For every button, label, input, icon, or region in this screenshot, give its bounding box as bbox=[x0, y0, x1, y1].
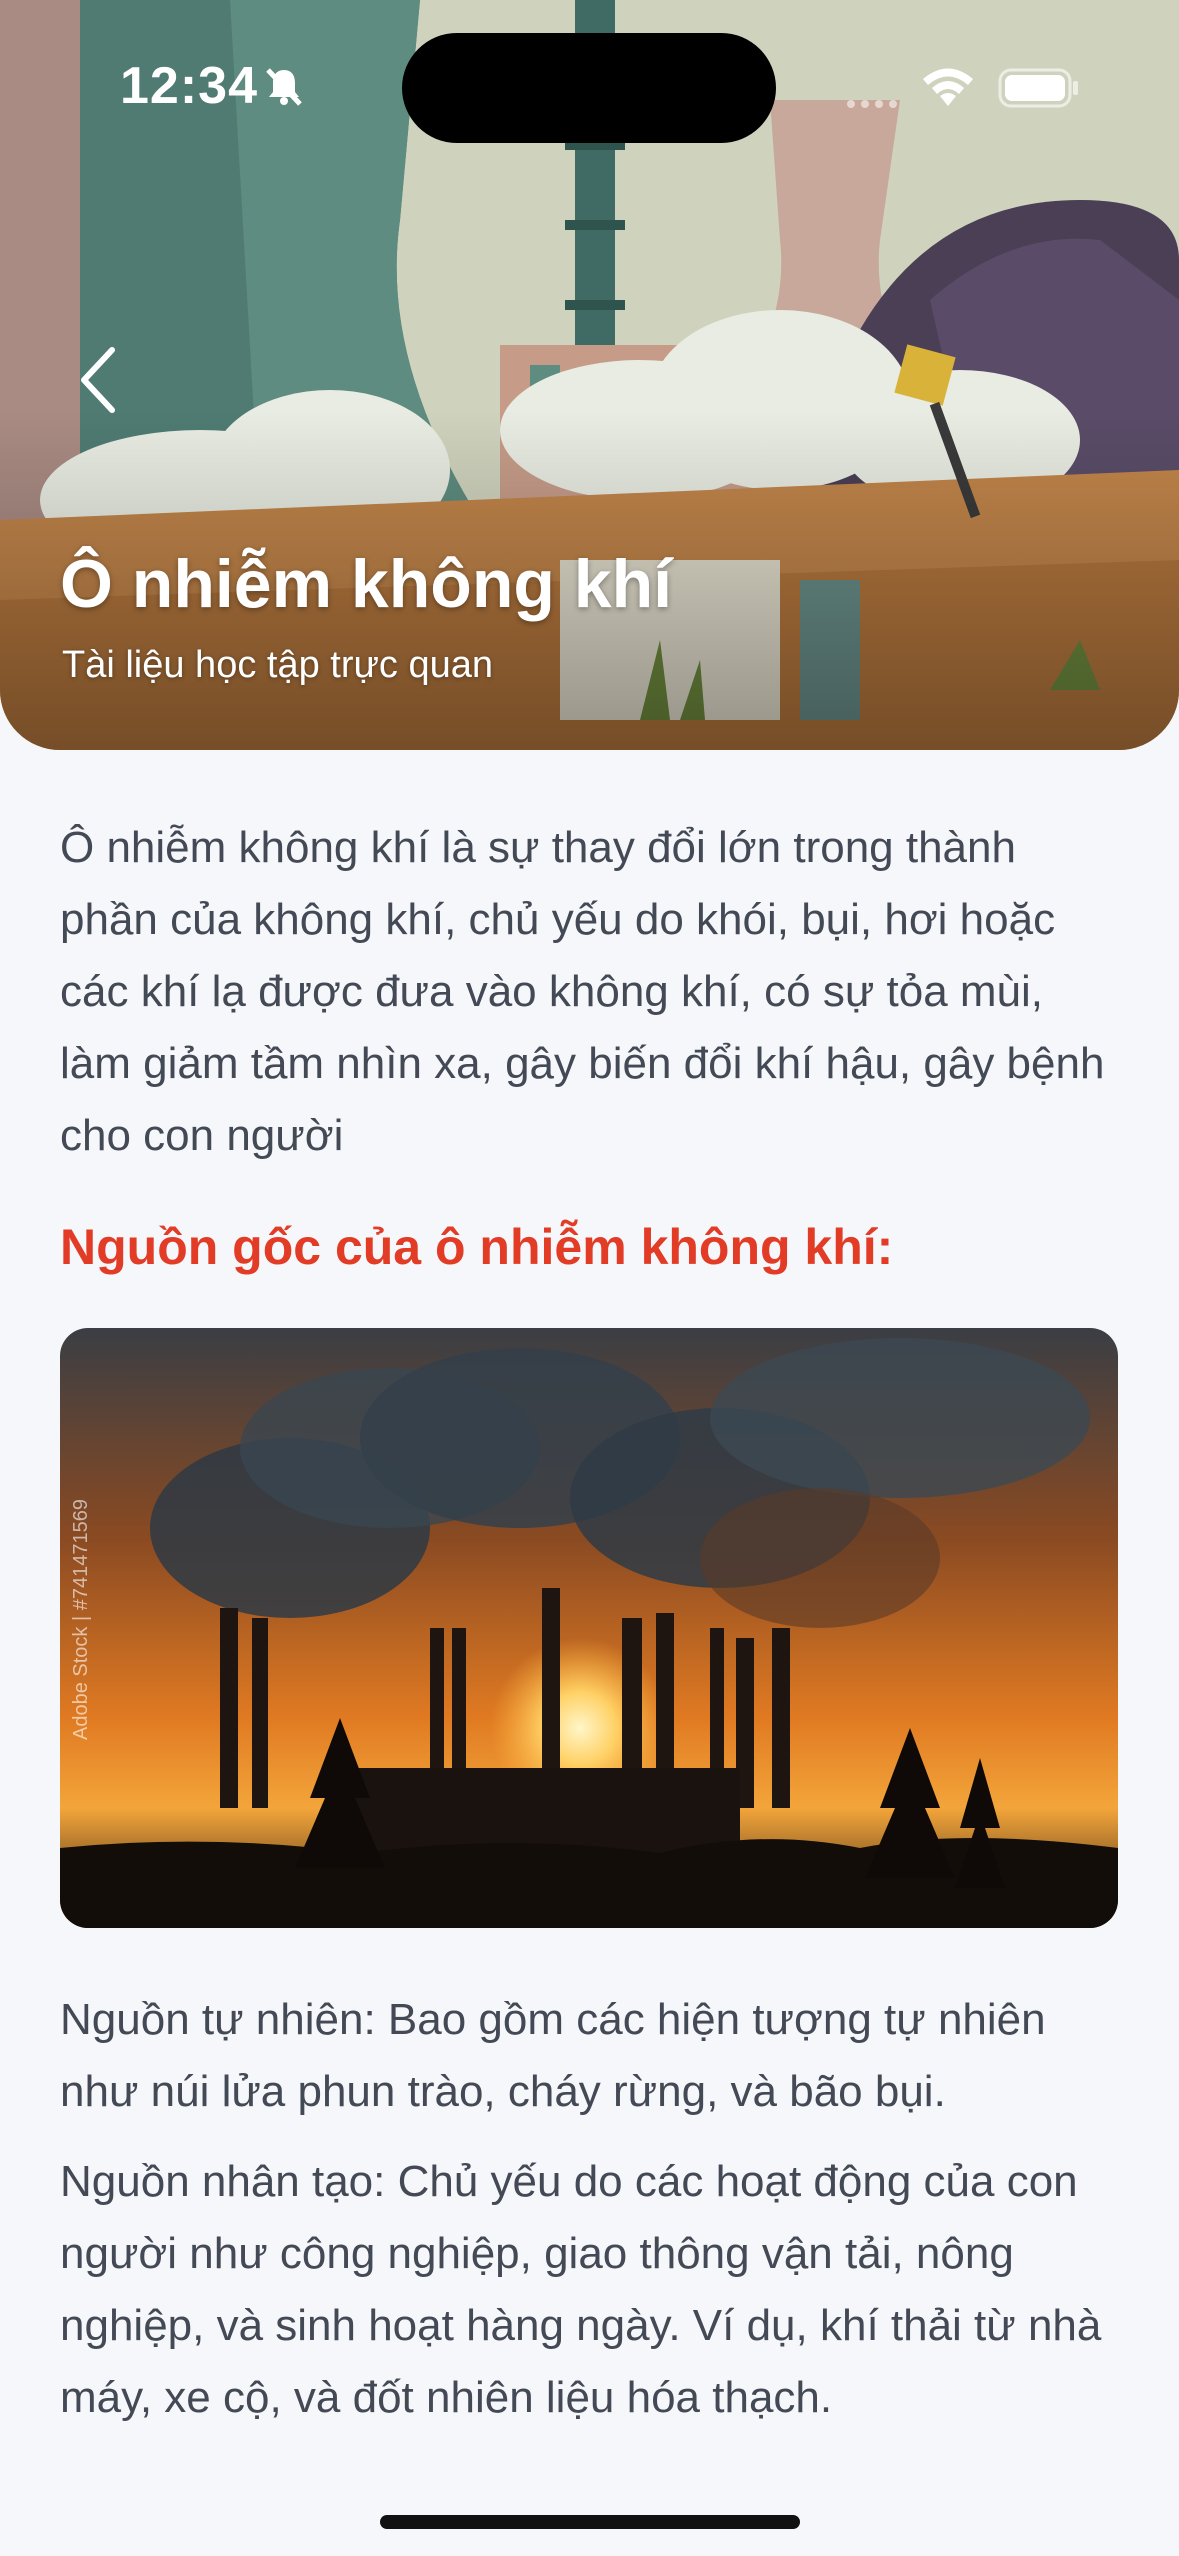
natural-sources-paragraph: Nguồn tự nhiên: Bao gồm các hiện tượng t… bbox=[60, 1995, 1046, 2116]
image-watermark: Adobe Stock | #741471569 bbox=[70, 1499, 92, 1740]
human-sources-paragraph: Nguồn nhân tạo: Chủ yếu do các hoạt động… bbox=[60, 2157, 1102, 2422]
chevron-left-icon bbox=[81, 347, 115, 413]
pollution-photo bbox=[60, 1328, 1118, 1928]
back-button[interactable] bbox=[68, 340, 132, 420]
article-content: Ô nhiễm không khí là sự thay đổi lớn tro… bbox=[60, 812, 1120, 2434]
page-title: Ô nhiễm không khí bbox=[60, 546, 673, 622]
status-time: 12:34 bbox=[120, 57, 258, 115]
intro-paragraph: Ô nhiễm không khí là sự thay đổi lớn tro… bbox=[60, 823, 1105, 1160]
home-indicator[interactable] bbox=[380, 2515, 800, 2529]
cellular-signal-icon bbox=[846, 96, 900, 114]
bell-slash-icon bbox=[262, 64, 306, 113]
section-heading: Nguồn gốc của ô nhiễm không khí: bbox=[60, 1219, 894, 1275]
wifi-icon bbox=[920, 64, 976, 113]
status-bar: 12:34 bbox=[0, 0, 1179, 150]
battery-icon bbox=[998, 68, 1080, 113]
dynamic-island bbox=[402, 33, 776, 143]
page-subtitle: Tài liệu học tập trực quan bbox=[62, 644, 494, 686]
